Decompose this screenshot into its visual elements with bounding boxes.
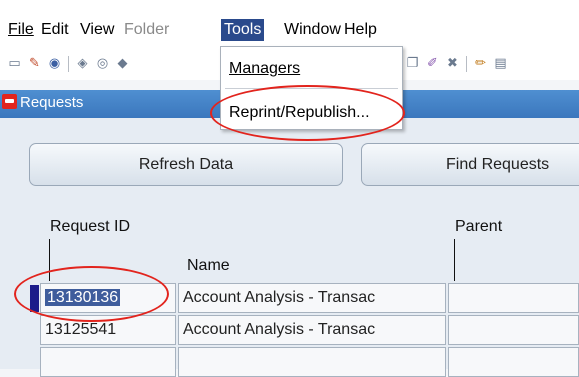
menu-window[interactable]: Window: [282, 19, 343, 41]
row-indicator[interactable]: [30, 317, 39, 344]
menu-view-label: View: [80, 21, 115, 38]
folder-icon[interactable]: ▤: [492, 55, 509, 71]
window-close-icon[interactable]: [2, 94, 17, 109]
menu-edit-label: Edit: [41, 21, 69, 38]
menu-file-label: File: [8, 21, 34, 38]
name-cell[interactable]: Account Analysis - Transac: [178, 283, 446, 313]
refresh-data-label: Refresh Data: [138, 156, 234, 173]
menu-file[interactable]: File: [6, 19, 36, 41]
menu-tools-label: Tools: [224, 21, 262, 38]
window-title: Requests: [20, 94, 84, 111]
request-id-cell[interactable]: [40, 347, 176, 377]
find-requests-button[interactable]: Find Requests: [361, 143, 579, 186]
column-header-name: Name: [187, 257, 230, 274]
request-id-cell[interactable]: 13130136: [40, 283, 176, 313]
pencil-icon[interactable]: ✏: [472, 55, 489, 71]
clear-icon[interactable]: ✖: [444, 55, 461, 71]
toolbar-separator: [68, 56, 69, 72]
menu-help-label: Help: [344, 21, 377, 38]
menu-edit[interactable]: Edit: [39, 19, 71, 41]
column-marker-parent: [454, 239, 455, 281]
menu-item-reprint-label: Reprint/Republish...: [229, 104, 370, 121]
name-cell[interactable]: [178, 347, 446, 377]
menu-tools[interactable]: Tools: [221, 19, 265, 41]
request-id-cell[interactable]: 13125541: [40, 315, 176, 345]
toolbar-separator: [466, 56, 467, 72]
menu-item-reprint-republish[interactable]: Reprint/Republish...: [229, 102, 370, 124]
menu-item-managers[interactable]: Managers: [229, 58, 300, 80]
navigator-icon[interactable]: ◉: [46, 55, 63, 71]
copy-icon[interactable]: ❐: [404, 55, 421, 71]
attach-icon[interactable]: ◈: [74, 55, 91, 71]
new-icon[interactable]: ▭: [6, 55, 23, 71]
request-id-value: 13130136: [45, 289, 121, 306]
refresh-data-button[interactable]: Refresh Data: [29, 143, 343, 186]
column-header-parent: Parent: [455, 218, 503, 235]
parent-cell[interactable]: [448, 347, 579, 377]
name-cell[interactable]: Account Analysis - Transac: [178, 315, 446, 345]
menu-item-managers-label: Managers: [229, 60, 301, 77]
menu-view[interactable]: View: [78, 19, 116, 41]
menu-window-label: Window: [284, 21, 341, 38]
find-requests-label: Find Requests: [446, 156, 550, 173]
translate-icon[interactable]: ◆: [114, 55, 131, 71]
edit-field-icon[interactable]: ✐: [424, 55, 441, 71]
column-header-request-id: Request ID: [50, 218, 131, 235]
menu-folder[interactable]: Folder: [122, 19, 171, 41]
tools-dropdown-menu: Managers Reprint/Republish...: [220, 46, 403, 130]
name-value: Account Analysis - Transac: [183, 321, 376, 338]
name-value: Account Analysis - Transac: [183, 289, 376, 306]
menu-help[interactable]: Help: [342, 19, 379, 41]
request-id-value: 13125541: [45, 321, 117, 338]
menu-separator: [225, 88, 398, 89]
column-marker-request-id: [49, 239, 50, 281]
row-indicator-selected[interactable]: [30, 285, 39, 312]
parent-cell[interactable]: [448, 315, 579, 345]
zoom-icon[interactable]: ◎: [94, 55, 111, 71]
menu-bar: File Edit View Folder Tools Window Help: [0, 0, 579, 46]
open-icon[interactable]: ✎: [26, 55, 43, 71]
parent-cell[interactable]: [448, 283, 579, 313]
menu-folder-label: Folder: [124, 21, 170, 38]
